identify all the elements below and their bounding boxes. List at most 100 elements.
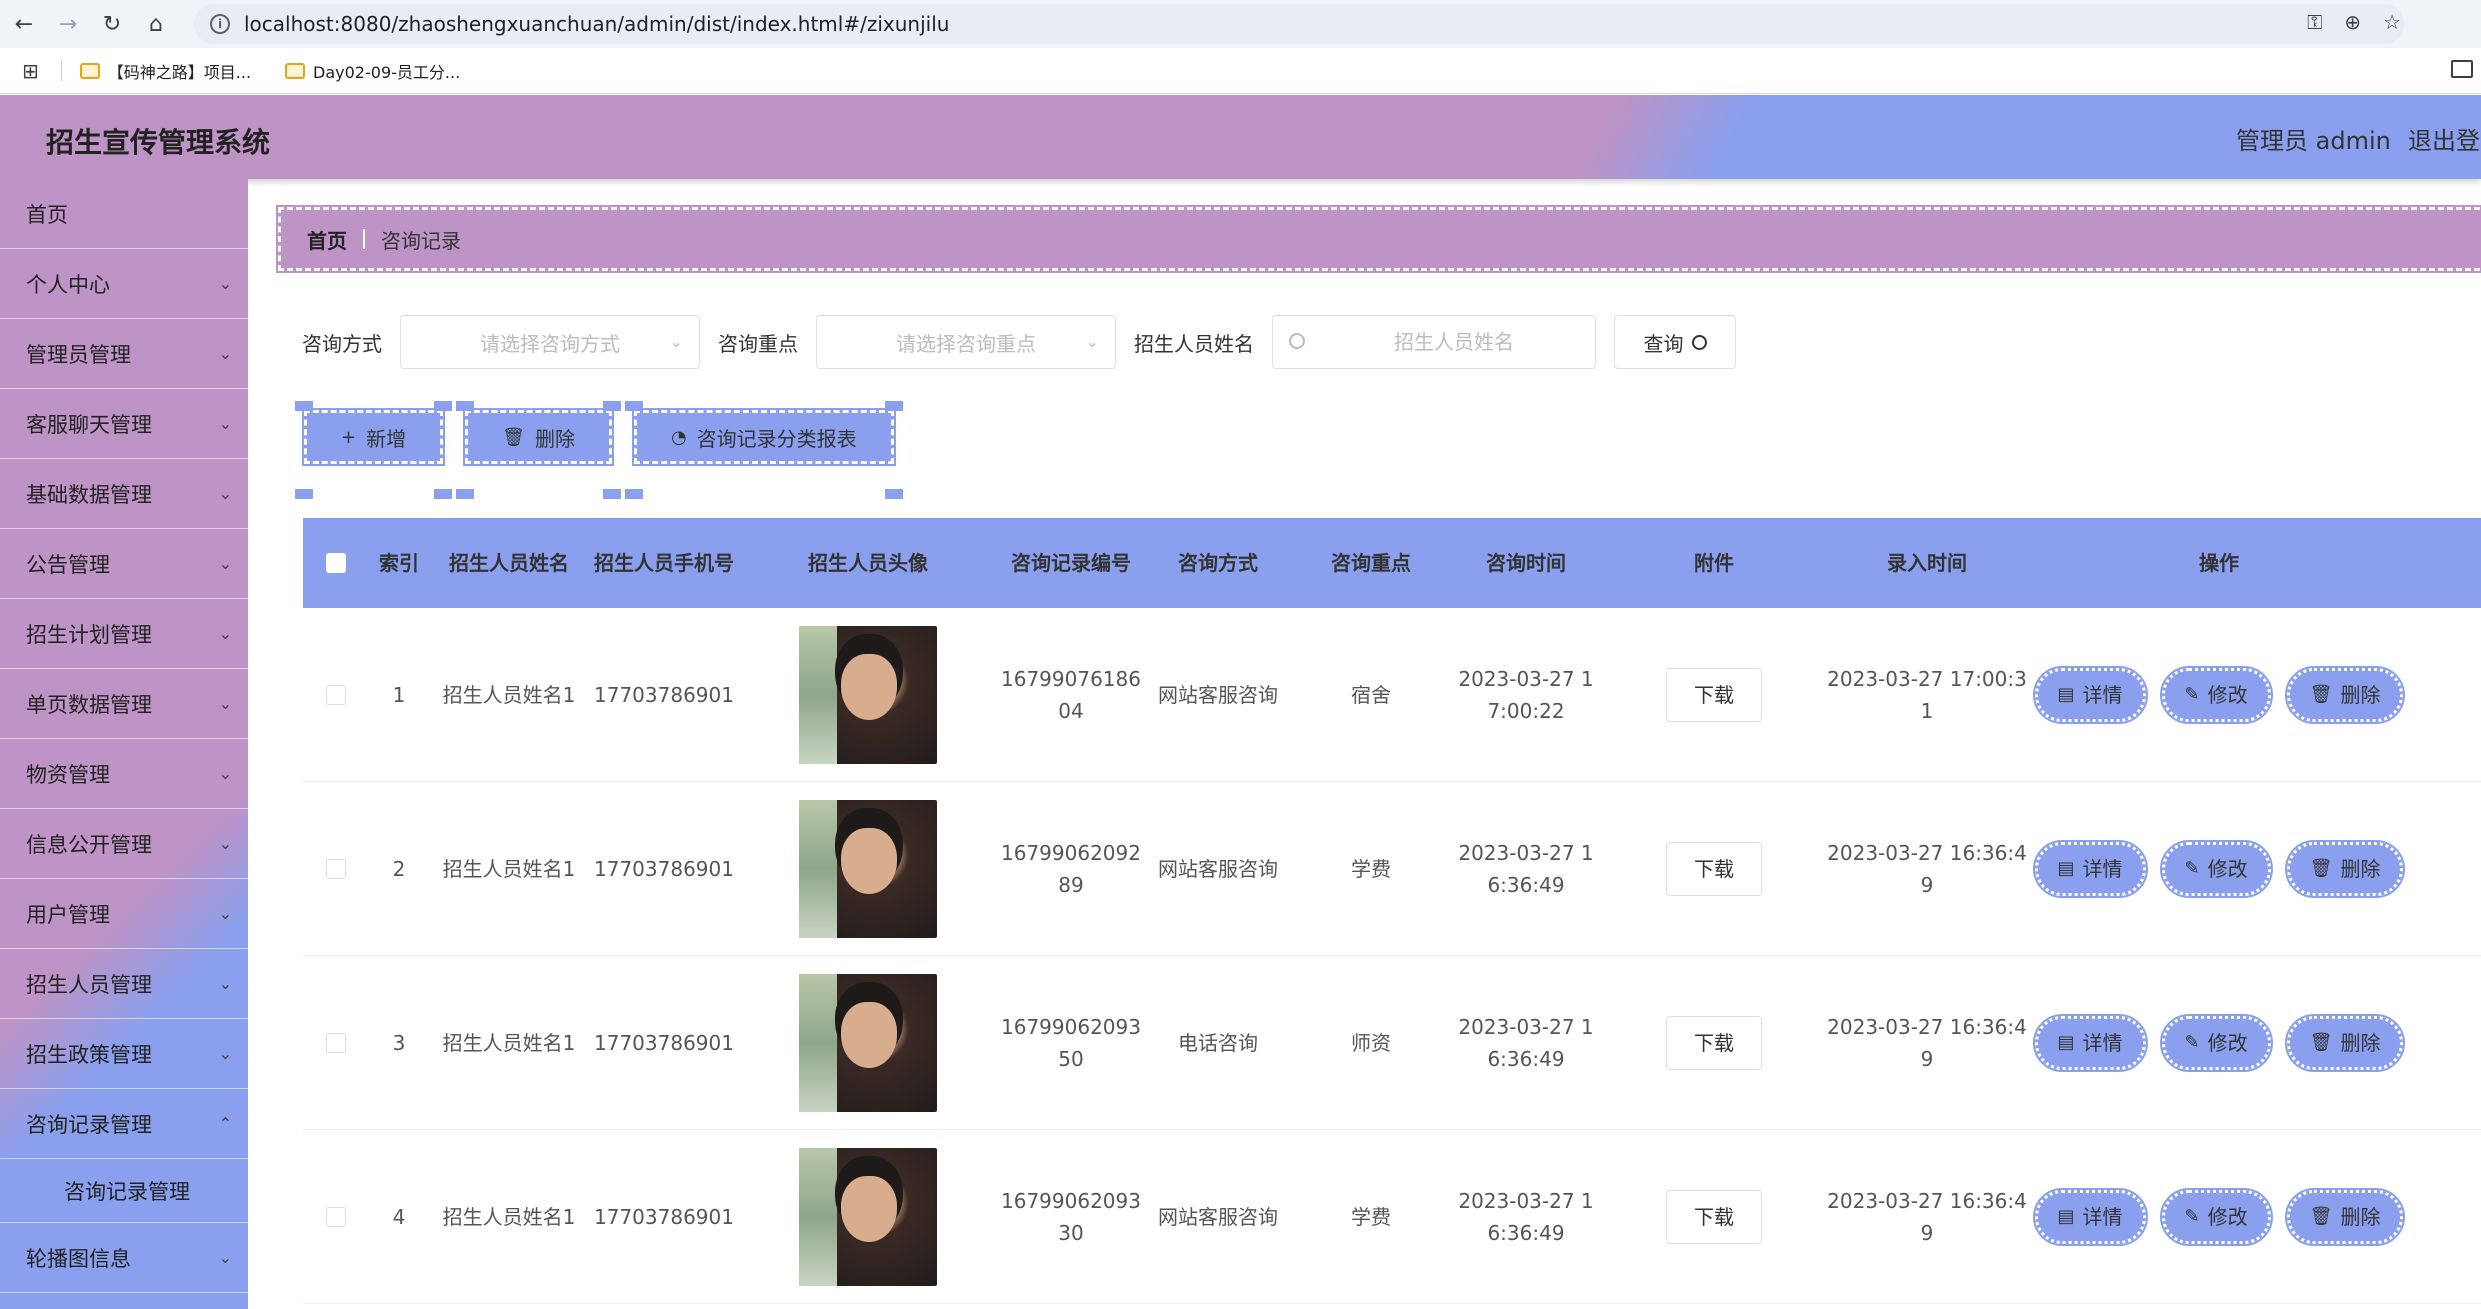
header-ops: 操作	[2199, 551, 2239, 575]
chevron-down-icon: ⌄	[218, 1248, 232, 1267]
bookmark-item[interactable]: Day02-09-员工分...	[285, 59, 460, 83]
table-header: 索引 招生人员姓名 招生人员手机号 招生人员头像 咨询记录编号 咨询方式 咨询重…	[303, 518, 2481, 608]
row-record-no: 1679906209289	[1001, 840, 1141, 897]
chevron-down-icon: ⌄	[1085, 332, 1099, 351]
site-info-icon[interactable]: i	[210, 14, 230, 34]
edit-button[interactable]: ✎ 修改	[2159, 1013, 2273, 1072]
forward-icon[interactable]: →	[48, 4, 88, 44]
detail-button[interactable]: ▤ 详情	[2032, 665, 2148, 724]
sidebar-item-info-public[interactable]: 信息公开管理 ⌄	[0, 809, 248, 879]
download-button[interactable]: 下载	[1666, 667, 1762, 722]
chevron-down-icon: ⌄	[218, 694, 232, 713]
row-time: 2023-03-27 16:36:49	[1458, 1014, 1594, 1071]
download-button[interactable]: 下载	[1666, 1189, 1762, 1244]
breadcrumb-home[interactable]: 首页	[307, 225, 347, 254]
sidebar-item-personal[interactable]: 个人中心 ⌄	[0, 249, 248, 319]
delete-button[interactable]: 🗑 删除	[2284, 1013, 2406, 1072]
header-focus: 咨询重点	[1331, 551, 1411, 575]
current-user: 管理员 admin	[2236, 127, 2391, 155]
home-icon[interactable]: ⌂	[136, 4, 176, 44]
row-checkbox[interactable]	[326, 684, 346, 705]
sidebar-item-basic-data[interactable]: 基础数据管理 ⌄	[0, 459, 248, 529]
row-checkbox[interactable]	[326, 858, 346, 879]
pencil-icon: ✎	[2184, 857, 2200, 879]
edit-button[interactable]: ✎ 修改	[2159, 1187, 2273, 1246]
delete-button[interactable]: 🗑 删除	[2284, 1187, 2406, 1246]
chevron-down-icon: ⌄	[218, 554, 232, 573]
sidebar-item-consult[interactable]: 咨询记录管理 ⌃	[0, 1089, 248, 1159]
row-index: 3	[392, 1030, 406, 1055]
bilibili-icon	[79, 62, 100, 79]
chevron-down-icon: ⌄	[218, 904, 232, 923]
chevron-down-icon: ⌄	[218, 624, 232, 643]
staff-name-field	[1272, 315, 1596, 369]
star-icon[interactable]: ☆	[2383, 10, 2401, 34]
bookmark-item[interactable]: 【码神之路】项目...	[79, 59, 251, 83]
row-checkbox[interactable]	[326, 1206, 346, 1227]
header-entry-time: 录入时间	[1887, 551, 1967, 575]
sidebar-item-single-page[interactable]: 单页数据管理 ⌄	[0, 669, 248, 739]
sidebar-item-carousel[interactable]: 轮播图信息 ⌄	[0, 1223, 248, 1293]
search-icon	[1691, 334, 1707, 350]
sidebar-item-staff[interactable]: 招生人员管理 ⌄	[0, 949, 248, 1019]
download-button[interactable]: 下载	[1666, 1015, 1762, 1070]
sidebar-item-home[interactable]: 首页	[0, 179, 248, 249]
chevron-down-icon: ⌄	[669, 332, 683, 351]
sidebar-item-policy[interactable]: 招生政策管理 ⌄	[0, 1019, 248, 1089]
consult-way-select[interactable]: 请选择咨询方式 ⌄	[400, 315, 700, 369]
batch-delete-button[interactable]: 🗑 删除	[456, 401, 621, 499]
header-phone: 招生人员手机号	[594, 551, 734, 575]
chevron-up-icon: ⌃	[218, 1114, 232, 1133]
staff-name-input[interactable]	[1273, 316, 1595, 368]
detail-button[interactable]: ▤ 详情	[2032, 839, 2148, 898]
detail-button[interactable]: ▤ 详情	[2032, 1187, 2148, 1246]
sidebar-item-notice[interactable]: 公告管理 ⌄	[0, 529, 248, 599]
pencil-icon: ✎	[2184, 1205, 2200, 1227]
header-attachment: 附件	[1694, 551, 1734, 575]
row-index: 4	[392, 1204, 406, 1229]
report-button[interactable]: ◔ 咨询记录分类报表	[624, 401, 903, 499]
chevron-down-icon: ⌄	[218, 834, 232, 853]
bilibili-icon	[285, 62, 306, 79]
apps-grid-icon[interactable]: ⊞	[22, 59, 39, 83]
logout-button[interactable]: 退出登录	[2408, 121, 2481, 156]
sidebar-item-chat[interactable]: 客服聊天管理 ⌄	[0, 389, 248, 459]
delete-button[interactable]: 🗑 删除	[2284, 839, 2406, 898]
edit-button[interactable]: ✎ 修改	[2159, 665, 2273, 724]
row-name: 招生人员姓名1	[442, 682, 576, 707]
row-checkbox[interactable]	[326, 1032, 346, 1053]
trash-icon: 🗑	[502, 426, 525, 448]
reload-icon[interactable]: ↻	[92, 4, 132, 44]
delete-button[interactable]: 🗑 删除	[2284, 665, 2406, 724]
sidebar-item-users[interactable]: 用户管理 ⌄	[0, 879, 248, 949]
url-text: localhost:8080/zhaoshengxuanchuan/admin/…	[244, 12, 950, 36]
chevron-down-icon: ⌄	[218, 414, 232, 433]
avatar	[799, 625, 937, 764]
folder-icon[interactable]	[2451, 60, 2473, 78]
edit-button[interactable]: ✎ 修改	[2159, 839, 2273, 898]
sidebar-subitem-consult-records[interactable]: 咨询记录管理	[0, 1159, 248, 1223]
document-icon: ▤	[2057, 683, 2075, 705]
select-all-checkbox[interactable]	[326, 553, 346, 573]
chevron-down-icon: ⌄	[218, 974, 232, 993]
sidebar-item-admin[interactable]: 管理员管理 ⌄	[0, 319, 248, 389]
address-bar[interactable]: i localhost:8080/zhaoshengxuanchuan/admi…	[194, 4, 2404, 44]
add-button[interactable]: + 新增	[294, 401, 453, 499]
document-icon: ▤	[2057, 1205, 2075, 1227]
bookmarks-bar: ⊞ 【码神之路】项目... Day02-09-员工分...	[0, 48, 2481, 94]
query-button[interactable]: 查询	[1614, 315, 1736, 369]
search-form: 咨询方式 请选择咨询方式 ⌄ 咨询重点 请选择咨询重点 ⌄ 招生人员姓名 查询	[302, 314, 1736, 370]
back-icon[interactable]: ←	[4, 4, 44, 44]
detail-button[interactable]: ▤ 详情	[2032, 1013, 2148, 1072]
action-bar: + 新增 🗑 删除 ◔ 咨询记录分类报表	[294, 401, 903, 499]
row-record-no: 1679907618604	[1001, 666, 1141, 723]
sidebar-item-plan[interactable]: 招生计划管理 ⌄	[0, 599, 248, 669]
row-record-no: 1679906209350	[1001, 1014, 1141, 1071]
consult-focus-select[interactable]: 请选择咨询重点 ⌄	[816, 315, 1116, 369]
zoom-icon[interactable]: ⊕	[2344, 10, 2361, 34]
row-time: 2023-03-27 16:36:49	[1458, 1188, 1594, 1245]
sidebar-item-goods[interactable]: 物资管理 ⌄	[0, 739, 248, 809]
avatar	[799, 1147, 937, 1286]
key-icon[interactable]: ⚿	[2307, 10, 2322, 34]
download-button[interactable]: 下载	[1666, 841, 1762, 896]
